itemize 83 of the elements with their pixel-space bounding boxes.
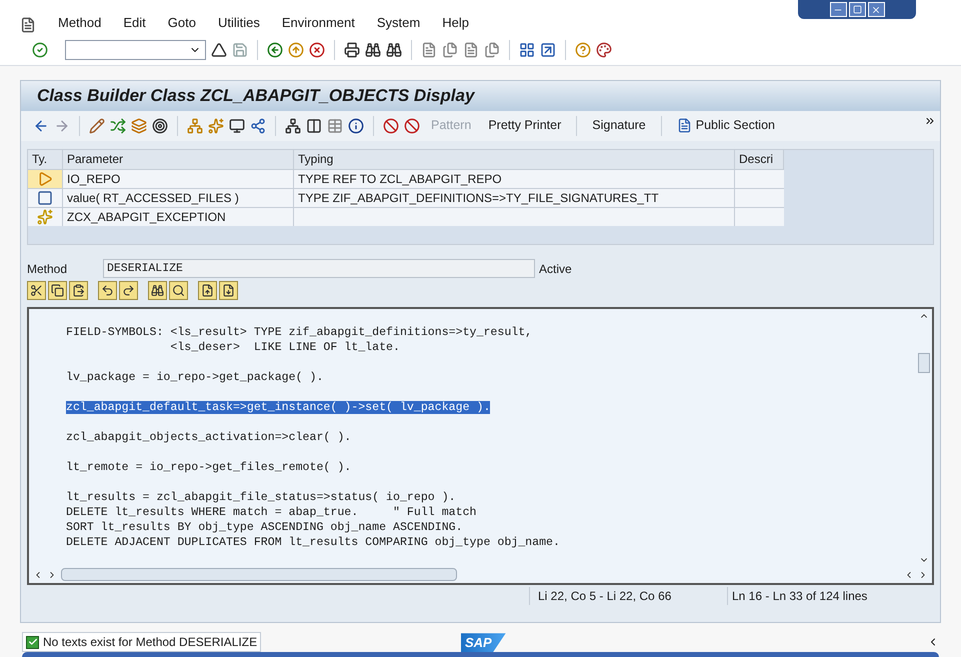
menu-item[interactable]: Environment [282, 13, 355, 33]
line-range: Ln 16 - Ln 33 of 124 lines [727, 586, 927, 604]
table-icon[interactable] [327, 118, 343, 134]
square-icon [37, 190, 53, 206]
hierarchy-icon[interactable] [187, 118, 203, 134]
column-header: Typing [294, 150, 735, 168]
page-icon[interactable] [463, 42, 479, 58]
cut-icon[interactable] [27, 281, 46, 300]
screen-icon[interactable] [229, 118, 245, 134]
cursor-position: Li 22, Co 5 - Li 22, Co 66 [529, 586, 727, 604]
cancel-icon[interactable] [309, 42, 325, 58]
print-icon[interactable] [344, 42, 360, 58]
copy-icon[interactable] [48, 281, 67, 300]
close-icon [871, 4, 881, 14]
column-header: Ty. [28, 150, 63, 168]
find-next-icon[interactable] [169, 281, 188, 300]
find-icon[interactable] [148, 281, 167, 300]
code-line: DELETE ADJACENT DUPLICATES FROM lt_results COMPARING obj_type obj_name. [66, 536, 560, 548]
paste-icon[interactable] [69, 281, 88, 300]
column-header: Parameter [63, 150, 294, 168]
triangle-icon [37, 170, 53, 186]
window-icon[interactable] [519, 42, 535, 58]
menu-item[interactable]: Utilities [218, 13, 260, 33]
page-icon[interactable] [442, 42, 458, 58]
palette-icon[interactable] [596, 42, 612, 58]
sparkle-icon[interactable] [208, 118, 224, 134]
page-icon[interactable] [421, 42, 437, 58]
undo-icon[interactable] [98, 281, 117, 300]
menu-item[interactable]: Goto [168, 13, 196, 33]
title-bar: Class Builder Class ZCL_ABAPGIT_OBJECTS Display [21, 80, 940, 110]
tree-icon[interactable] [285, 118, 301, 134]
maximize-icon [852, 5, 862, 14]
field-label: Method [27, 260, 68, 278]
success-icon [26, 636, 39, 649]
code-line: DELETE lt_results WHERE match = abap_true. " Full match [66, 506, 476, 518]
section-button[interactable]: Public Section [670, 114, 781, 136]
share-icon[interactable] [250, 118, 266, 134]
code-line: lt_results = zcl_abapgit_file_status=>status( io_repo ). [66, 490, 456, 504]
menu-item[interactable]: Help [442, 13, 469, 33]
toolbar-button[interactable]: Pretty Printer [482, 114, 568, 136]
code-line: zcl_abapgit_objects_activation=>clear( ). [66, 430, 352, 444]
page-icon[interactable] [484, 42, 500, 58]
code-line: lt_remote = io_repo->get_files_remote( ). [66, 460, 352, 474]
download-icon[interactable] [219, 281, 238, 300]
menu-icon[interactable] [20, 16, 36, 33]
pencil-icon[interactable] [89, 118, 105, 134]
table-cell-text: TYPE ZIF_ABAPGIT_DEFINITIONS=>TY_FILE_SIGNATURES_TT [298, 190, 659, 206]
upload-icon[interactable] [198, 281, 217, 300]
code-line: <ls_deser> LIKE LINE OF lt_late. [169, 340, 400, 354]
window-icon[interactable] [540, 42, 556, 58]
method-field[interactable]: DESERIALIZE [103, 259, 535, 278]
check-icon[interactable] [32, 42, 48, 58]
table-cell-text: TYPE REF TO ZCL_ABAPGIT_REPO [298, 170, 502, 188]
stop-icon[interactable] [404, 118, 420, 134]
table-cell: ZCX_ABAPGIT_EXCEPTION [63, 208, 294, 226]
find-icon[interactable] [365, 42, 381, 58]
column-header: Descri [735, 150, 784, 168]
scroll-thumb[interactable] [61, 568, 457, 581]
menu-item[interactable]: Edit [123, 13, 146, 33]
toolbar-button[interactable]: Signature [586, 114, 652, 136]
redo-icon[interactable] [119, 281, 138, 300]
code-line: FIELD-SYMBOLS: <ls_result> TYPE zif_abapgit_definitions=>ty_result, [66, 326, 532, 338]
sap-logo: SAP [461, 633, 506, 654]
menu-item[interactable]: Method [58, 13, 102, 33]
status-text: Active [539, 260, 572, 278]
document-icon [676, 118, 692, 133]
stop-icon[interactable] [383, 118, 399, 134]
message-text: No texts exist for Method DESERIALIZE [43, 634, 258, 652]
back-icon[interactable] [267, 42, 283, 58]
code-line: SORT lt_results BY obj_type ASCENDING obj_name ASCENDING. [66, 520, 463, 534]
menu-item[interactable]: System [376, 13, 420, 33]
maximize-button[interactable] [848, 2, 866, 17]
columns-icon[interactable] [306, 118, 322, 134]
find-next-icon[interactable] [386, 42, 402, 58]
exit-icon[interactable] [288, 42, 304, 58]
minimize-button[interactable] [830, 2, 846, 17]
code-line: lv_package = io_repo->get_package( ). [66, 370, 324, 384]
switch-icon[interactable] [110, 118, 126, 134]
command-field[interactable] [65, 40, 206, 60]
scroll-thumb[interactable] [918, 352, 930, 372]
info-icon[interactable] [348, 118, 364, 134]
help-icon[interactable] [575, 42, 591, 58]
close-button[interactable] [868, 2, 884, 17]
